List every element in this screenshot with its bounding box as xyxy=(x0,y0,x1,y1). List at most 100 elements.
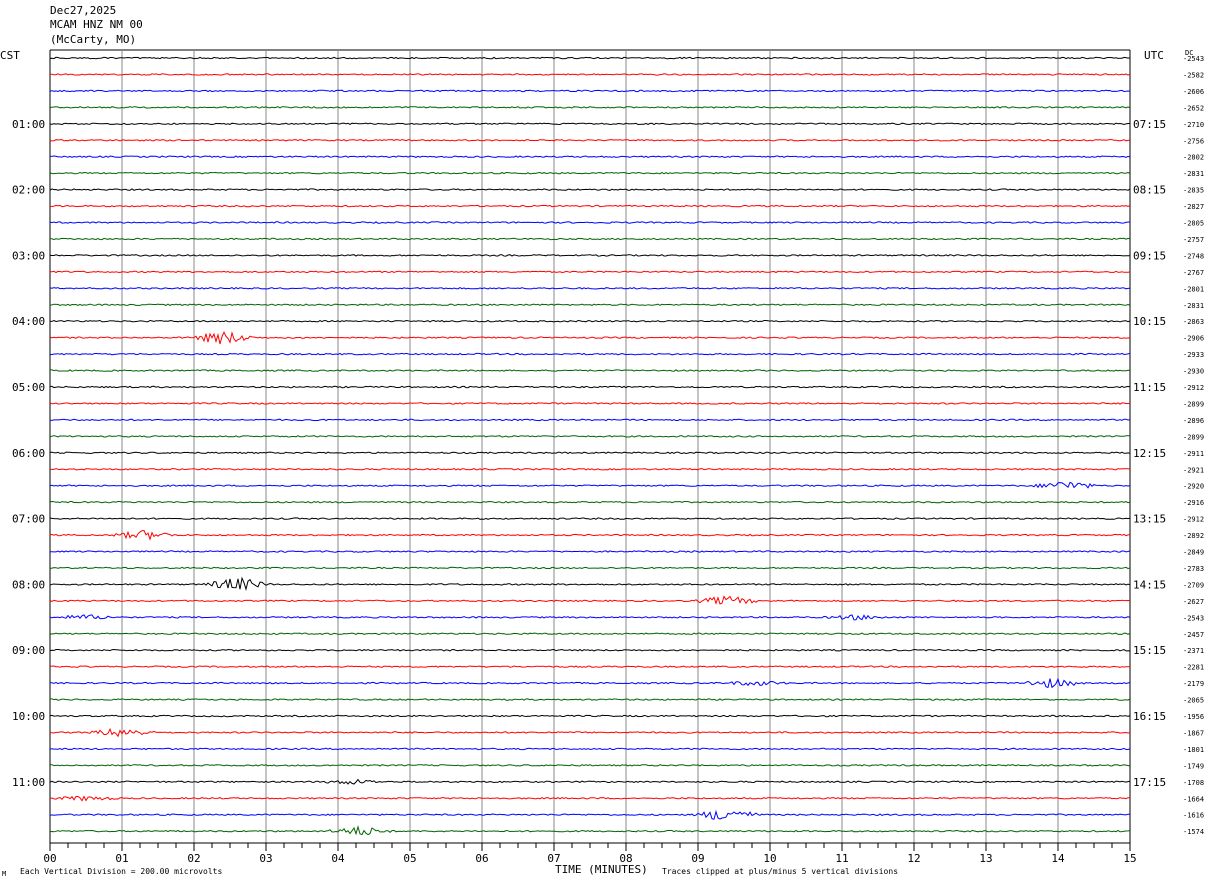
seismic-trace xyxy=(49,56,1131,60)
left-hour-label: 08:00 xyxy=(12,578,45,591)
seismic-trace xyxy=(49,595,1131,605)
dc-offset-label: -2892 xyxy=(1183,532,1204,540)
seismic-trace xyxy=(49,576,1131,592)
seismic-trace xyxy=(49,221,1131,224)
seismic-trace xyxy=(50,385,1131,389)
seismic-trace xyxy=(49,139,1131,142)
seismic-trace xyxy=(49,500,1131,504)
seismic-trace xyxy=(50,237,1131,241)
grid xyxy=(49,49,1131,851)
seismic-trace xyxy=(49,89,1131,93)
dc-offset-label: -2543 xyxy=(1183,55,1204,63)
dc-offset-label: -2863 xyxy=(1183,318,1204,326)
dc-offset-label: -2606 xyxy=(1183,88,1204,96)
dc-offset-label: -2281 xyxy=(1183,664,1204,672)
seismic-trace xyxy=(49,614,1131,621)
x-tick-label: 04 xyxy=(331,852,345,865)
seismic-trace xyxy=(49,435,1130,438)
right-hour-label: 17:15 xyxy=(1133,776,1166,789)
dc-offset-label: -2835 xyxy=(1183,187,1204,195)
right-hour-label: 09:15 xyxy=(1133,249,1166,262)
seismic-trace xyxy=(49,809,1130,820)
x-tick-label: 15 xyxy=(1123,852,1136,865)
seismic-trace xyxy=(49,204,1131,208)
seismic-trace xyxy=(49,254,1131,257)
seismic-trace xyxy=(49,106,1131,109)
dc-offset-label: -2912 xyxy=(1183,516,1204,524)
dc-offset-label: -2921 xyxy=(1183,466,1204,474)
seismic-trace xyxy=(49,747,1131,751)
dc-offset-label: -2179 xyxy=(1183,680,1204,688)
right-hour-label: 15:15 xyxy=(1133,644,1166,657)
dc-offset-label: -2805 xyxy=(1183,220,1204,228)
seismic-trace xyxy=(49,795,1131,802)
seismic-trace xyxy=(49,303,1131,306)
scale-note: Each Vertical Division = 200.00 microvol… xyxy=(20,867,223,876)
dc-offset-label: -2912 xyxy=(1183,384,1204,392)
dc-offset-label: -2783 xyxy=(1183,565,1204,573)
right-hour-label: 07:15 xyxy=(1133,118,1166,131)
dc-offset-label: -2627 xyxy=(1183,598,1204,606)
left-hour-label: 09:00 xyxy=(12,644,45,657)
dc-offset-label: -2748 xyxy=(1183,252,1204,260)
x-tick-label: 11 xyxy=(835,852,848,865)
dc-offset-label: -2899 xyxy=(1183,400,1204,408)
corner-mark: M xyxy=(2,870,7,878)
dc-offset-label: -1956 xyxy=(1183,713,1204,721)
seismic-trace xyxy=(50,698,1131,701)
dc-offset-label: -2371 xyxy=(1183,647,1204,655)
seismic-trace xyxy=(49,171,1131,175)
seismic-trace xyxy=(49,73,1131,76)
dc-offset-label: -2916 xyxy=(1183,499,1204,507)
dc-offset-label: -2802 xyxy=(1183,154,1204,162)
dc-offset-label: -2710 xyxy=(1183,121,1204,129)
dc-offset-label: -2582 xyxy=(1183,71,1204,79)
dc-offset-label: -2543 xyxy=(1183,614,1204,622)
x-tick-label: 01 xyxy=(115,852,128,865)
dc-offset-label: -2906 xyxy=(1183,335,1204,343)
seismogram-plot: 00 01 02 03 04 05 06 07 08 09 10 11 12 13 14 15-2543-25… xyxy=(12,49,1204,865)
right-hour-label: 13:15 xyxy=(1133,513,1166,526)
dc-offset-label: -1708 xyxy=(1183,779,1204,787)
right-hour-label: 08:15 xyxy=(1133,184,1166,197)
seismic-trace xyxy=(49,402,1131,405)
x-tick-label: 14 xyxy=(1051,852,1065,865)
x-tick-label: 09 xyxy=(691,852,704,865)
x-tick-label: 06 xyxy=(475,852,488,865)
seismic-trace xyxy=(50,468,1131,471)
seismic-trace xyxy=(49,727,1131,738)
seismic-trace xyxy=(49,778,1131,785)
left-hour-label: 11:00 xyxy=(12,776,45,789)
seismic-trace xyxy=(49,330,1131,345)
clip-note: Traces clipped at plus/minus 5 vertical … xyxy=(662,867,899,876)
dc-offset-label: -2911 xyxy=(1183,450,1204,458)
dc-offset-label: -2757 xyxy=(1183,236,1204,244)
seismic-trace xyxy=(49,529,1131,541)
seismic-trace xyxy=(49,155,1131,158)
left-hour-label: 02:00 xyxy=(12,184,45,197)
seismic-trace xyxy=(49,287,1131,290)
dc-offset-label: -1801 xyxy=(1183,746,1204,754)
left-hour-label: 06:00 xyxy=(12,447,45,460)
left-hour-label: 05:00 xyxy=(12,381,45,394)
dc-offset-label: -2933 xyxy=(1183,351,1204,359)
dc-offset-label: -2849 xyxy=(1183,549,1204,557)
seismic-trace xyxy=(49,319,1131,323)
seismic-trace xyxy=(49,451,1131,455)
seismic-trace xyxy=(49,122,1130,126)
seismic-trace xyxy=(49,550,1131,553)
seismic-trace xyxy=(49,481,1131,489)
seismic-trace xyxy=(50,352,1131,356)
left-hour-label: 01:00 xyxy=(12,118,45,131)
left-hour-label: 03:00 xyxy=(12,249,45,262)
seismic-trace xyxy=(49,714,1131,718)
seismic-trace xyxy=(49,677,1131,689)
dc-offset-label: -1664 xyxy=(1183,795,1204,803)
dc-offset-label: -2827 xyxy=(1183,203,1204,211)
x-tick-label: 00 xyxy=(43,852,56,865)
dc-offset-label: -2831 xyxy=(1183,302,1204,310)
left-hour-label: 04:00 xyxy=(12,315,45,328)
dc-offset-label: -2899 xyxy=(1183,433,1204,441)
seismic-trace xyxy=(50,270,1131,274)
dc-offset-label: -1616 xyxy=(1183,812,1204,820)
